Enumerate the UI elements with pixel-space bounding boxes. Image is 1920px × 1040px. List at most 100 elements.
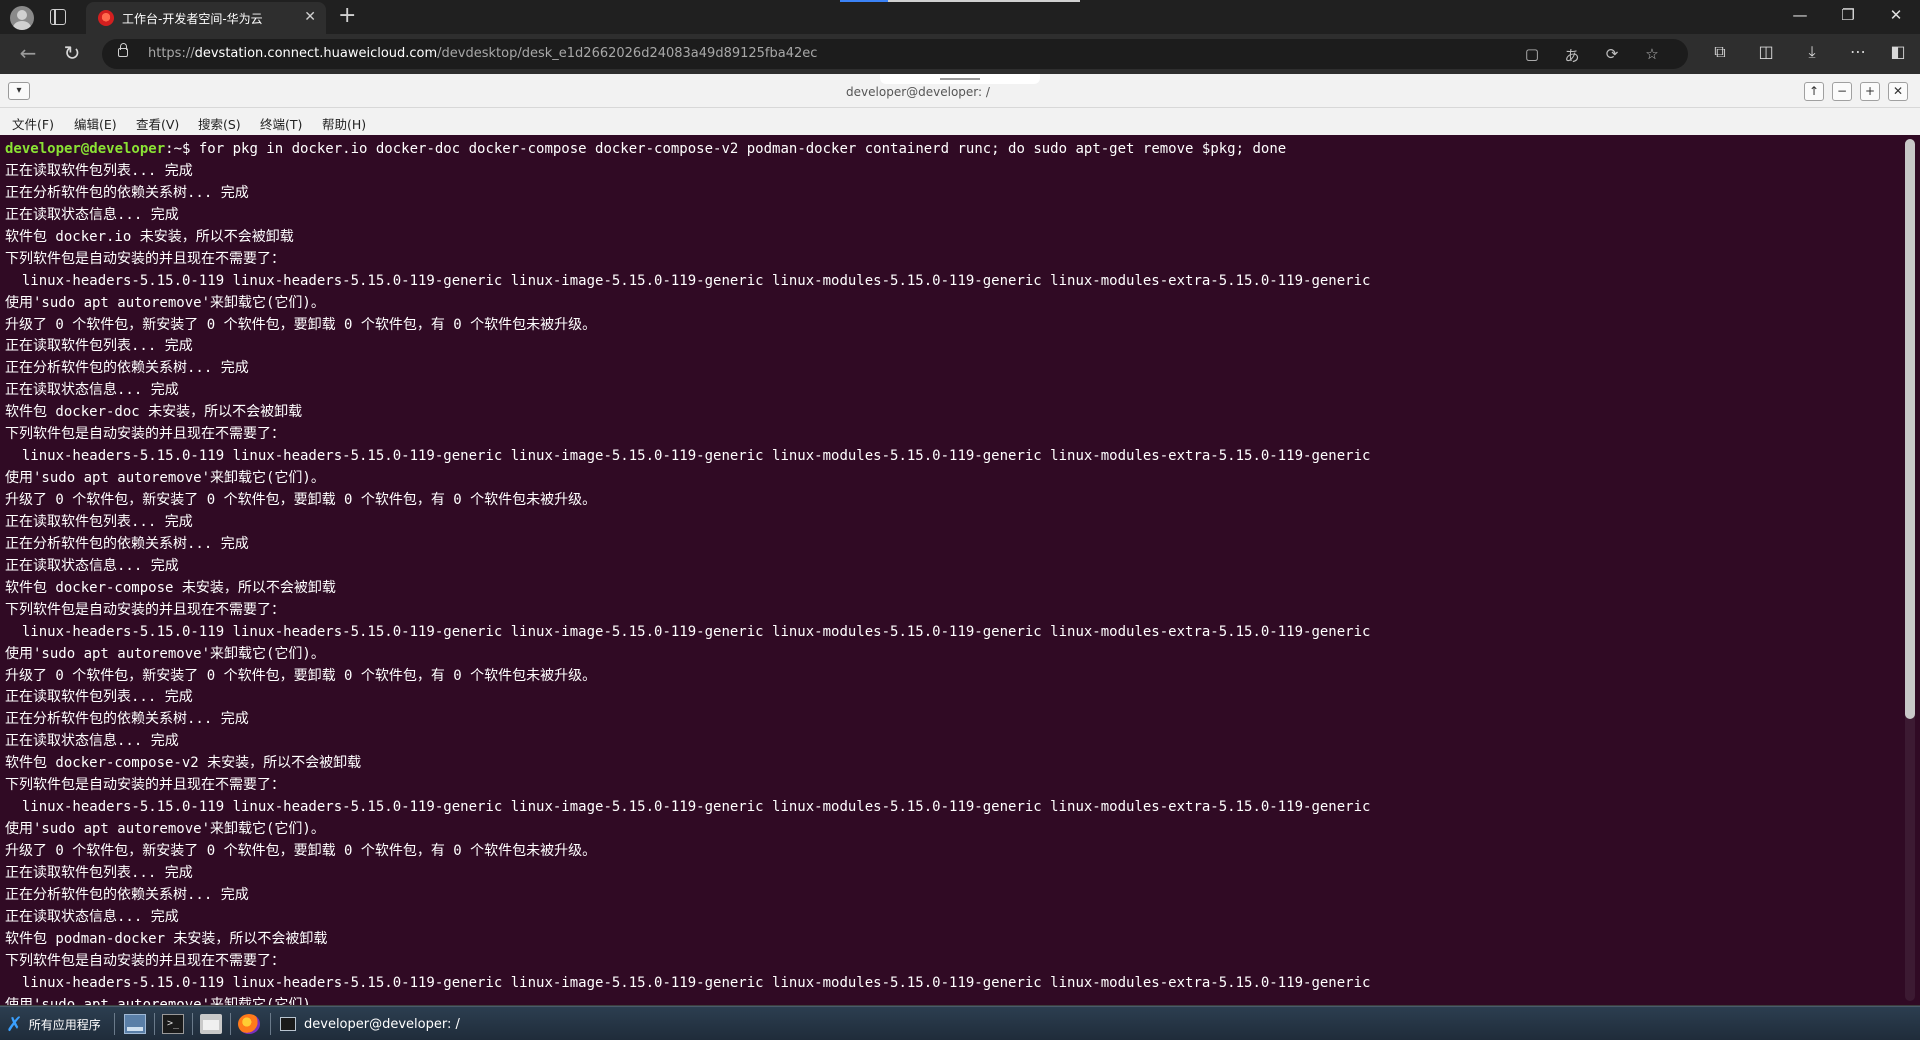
tab-actions-icon[interactable] xyxy=(50,9,66,25)
terminal-titlebar[interactable]: ▾ developer@developer: / ↑ − + ✕ xyxy=(0,74,1920,108)
close-window-button[interactable]: ✕ xyxy=(1876,6,1916,24)
start-menu-button[interactable]: ✗ 所有应用程序 xyxy=(6,1013,101,1035)
terminal-prompt-user: developer@developer xyxy=(5,141,166,157)
reader-view-icon[interactable]: ▢ xyxy=(1522,45,1542,63)
taskbar-separator xyxy=(114,1013,115,1035)
profile-avatar-icon[interactable] xyxy=(10,6,34,30)
start-menu-label: 所有应用程序 xyxy=(28,1017,101,1032)
menu-file[interactable]: 文件(F) xyxy=(12,114,54,133)
terminal-output-line: linux-headers-5.15.0-119 linux-headers-5… xyxy=(5,974,1371,991)
terminal-scrollbar[interactable] xyxy=(1900,135,1920,1005)
window-above-button[interactable]: ↑ xyxy=(1804,82,1824,101)
terminal-output-line: linux-headers-5.15.0-119 linux-headers-5… xyxy=(5,272,1371,289)
terminal-output-line: 正在读取软件包列表... 完成 xyxy=(5,513,193,530)
terminal-output-line: 升级了 0 个软件包，新安装了 0 个软件包，要卸载 0 个软件包，有 0 个软… xyxy=(5,316,597,333)
taskbar-separator xyxy=(154,1013,155,1035)
terminal-output[interactable]: developer@developer:~$ for pkg in docker… xyxy=(0,135,1900,1005)
terminal-output-line: linux-headers-5.15.0-119 linux-headers-5… xyxy=(5,448,1371,465)
terminal-output-line: 软件包 docker-doc 未安装，所以不会被卸载 xyxy=(5,404,303,421)
terminal-output-line: 正在分析软件包的依赖关系树... 完成 xyxy=(5,184,249,201)
terminal-output-line: 下列软件包是自动安装的并且现在不需要了： xyxy=(5,426,285,443)
huaweicloud-favicon-icon xyxy=(98,10,114,26)
split-screen-icon[interactable]: ◫ xyxy=(1754,42,1778,61)
restore-window-button[interactable]: ❐ xyxy=(1828,6,1868,24)
menu-edit[interactable]: 编辑(E) xyxy=(74,114,117,133)
taskbar-separator xyxy=(192,1013,193,1035)
terminal-output-line: 正在读取软件包列表... 完成 xyxy=(5,162,193,179)
desktop-taskbar: ✗ 所有应用程序 >_ developer@developer: / xyxy=(0,1006,1920,1040)
terminal-output-line: 正在读取状态信息... 完成 xyxy=(5,382,179,399)
menu-search[interactable]: 搜索(S) xyxy=(198,114,241,133)
terminal-window-title: developer@developer: / xyxy=(846,85,990,99)
file-manager-icon[interactable] xyxy=(200,1014,222,1034)
terminal-output-line: 正在读取状态信息... 完成 xyxy=(5,557,179,574)
terminal-output-line: linux-headers-5.15.0-119 linux-headers-5… xyxy=(5,623,1371,640)
terminal-output-line: 下列软件包是自动安装的并且现在不需要了： xyxy=(5,952,285,969)
sidebar-icon[interactable]: ◧ xyxy=(1886,42,1910,61)
menu-help[interactable]: 帮助(H) xyxy=(322,114,366,133)
terminal-output-line: 正在分析软件包的依赖关系树... 完成 xyxy=(5,535,249,552)
terminal-output-line: 正在读取状态信息... 完成 xyxy=(5,908,179,925)
address-bar[interactable]: https://devstation.connect.huaweicloud.c… xyxy=(102,39,1688,69)
terminal-output-line: 使用'sudo apt autoremove'来卸载它(它们)。 xyxy=(5,645,325,662)
extensions-icon[interactable]: ⧉ xyxy=(1708,42,1732,62)
terminal-output-line: 使用'sudo apt autoremove'来卸载它(它们)。 xyxy=(5,821,325,838)
taskbar-window-terminal[interactable]: developer@developer: / xyxy=(280,1011,460,1037)
terminal-output-line: 升级了 0 个软件包，新安装了 0 个软件包，要卸载 0 个软件包，有 0 个软… xyxy=(5,492,597,508)
back-icon[interactable]: ← xyxy=(16,42,40,66)
terminal-output-line: 正在读取软件包列表... 完成 xyxy=(5,338,193,355)
firefox-icon[interactable] xyxy=(238,1014,260,1034)
browser-tab-active[interactable]: 工作台-开发者空间-华为云 ✕ xyxy=(86,2,326,34)
translate-icon[interactable]: あ xyxy=(1562,45,1582,66)
terminal-icon[interactable]: >_ xyxy=(162,1014,184,1034)
terminal-output-line: 软件包 docker-compose-v2 未安装，所以不会被卸载 xyxy=(5,755,362,772)
terminal-output-line: 正在读取软件包列表... 完成 xyxy=(5,689,193,706)
terminal-output-line: linux-headers-5.15.0-119 linux-headers-5… xyxy=(5,799,1371,816)
close-tab-icon[interactable]: ✕ xyxy=(304,9,316,25)
browser-toolbar: ← ↻ https://devstation.connect.huaweiclo… xyxy=(0,34,1920,74)
minimize-window-button[interactable]: — xyxy=(1780,6,1820,24)
terminal-output-line: 软件包 podman-docker 未安装，所以不会被卸载 xyxy=(5,930,328,947)
taskbar-separator xyxy=(230,1013,231,1035)
terminal-output-line: 正在读取状态信息... 完成 xyxy=(5,733,179,750)
download-icon[interactable]: ⤓ xyxy=(1800,42,1824,62)
window-close-button[interactable]: ✕ xyxy=(1888,82,1908,101)
xfce-logo-icon: ✗ xyxy=(6,1012,23,1036)
terminal-output-line: 正在分析软件包的依赖关系树... 完成 xyxy=(5,711,249,728)
menu-view[interactable]: 查看(V) xyxy=(136,114,179,133)
window-minimize-button[interactable]: − xyxy=(1832,82,1852,101)
remote-toolbar-handle[interactable] xyxy=(880,74,1040,84)
terminal-output-line: 升级了 0 个软件包，新安装了 0 个软件包，要卸载 0 个软件包，有 0 个软… xyxy=(5,843,597,859)
terminal-output-line: 软件包 docker-compose 未安装，所以不会被卸载 xyxy=(5,579,336,596)
terminal-output-line: 正在分析软件包的依赖关系树... 完成 xyxy=(5,886,249,903)
show-desktop-icon[interactable] xyxy=(124,1014,146,1034)
terminal-output-line: 软件包 docker.io 未安装，所以不会被卸载 xyxy=(5,228,294,245)
terminal-output-line: 正在分析软件包的依赖关系树... 完成 xyxy=(5,360,249,377)
taskbar-separator xyxy=(270,1013,271,1035)
refresh-page-icon[interactable]: ⟳ xyxy=(1602,45,1622,63)
terminal-command: for pkg in docker.io docker-doc docker-c… xyxy=(198,141,1287,157)
terminal-output-line: 下列软件包是自动安装的并且现在不需要了： xyxy=(5,601,285,618)
scrollbar-thumb[interactable] xyxy=(1905,139,1915,719)
terminal-command-line: developer@developer:~$ for pkg in docker… xyxy=(5,139,1900,161)
terminal-output-line: 下列软件包是自动安装的并且现在不需要了： xyxy=(5,250,285,267)
url-text[interactable]: https://devstation.connect.huaweicloud.c… xyxy=(148,46,817,61)
new-tab-button[interactable]: + xyxy=(338,4,356,28)
remote-session-indicator-accent xyxy=(840,0,888,2)
terminal-output-line: 使用'sudo apt autoremove'来卸载它(它们)。 xyxy=(5,470,325,487)
window-maximize-button[interactable]: + xyxy=(1860,82,1880,101)
taskbar-window-label: developer@developer: / xyxy=(304,1016,460,1032)
terminal-output-line: 下列软件包是自动安装的并且现在不需要了： xyxy=(5,777,285,794)
more-icon[interactable]: ⋯ xyxy=(1846,42,1870,61)
terminal-output-line: 正在读取软件包列表... 完成 xyxy=(5,864,193,881)
browser-tab-bar: 工作台-开发者空间-华为云 ✕ + — ❐ ✕ xyxy=(0,0,1920,34)
tab-title: 工作台-开发者空间-华为云 xyxy=(122,12,263,26)
favorite-star-icon[interactable]: ☆ xyxy=(1642,45,1662,63)
terminal-output-line: 升级了 0 个软件包，新安装了 0 个软件包，要卸载 0 个软件包，有 0 个软… xyxy=(5,667,597,684)
menu-terminal[interactable]: 终端(T) xyxy=(260,114,302,133)
terminal-window-icon xyxy=(280,1017,296,1031)
terminal-output-lines: 正在读取软件包列表... 完成 正在分析软件包的依赖关系树... 完成 正在读取状态… xyxy=(5,161,1900,1005)
lock-icon[interactable] xyxy=(118,43,128,57)
terminal-output-line: 使用'sudo apt autoremove'来卸载它(它们)。 xyxy=(5,294,325,311)
refresh-icon[interactable]: ↻ xyxy=(60,42,84,66)
